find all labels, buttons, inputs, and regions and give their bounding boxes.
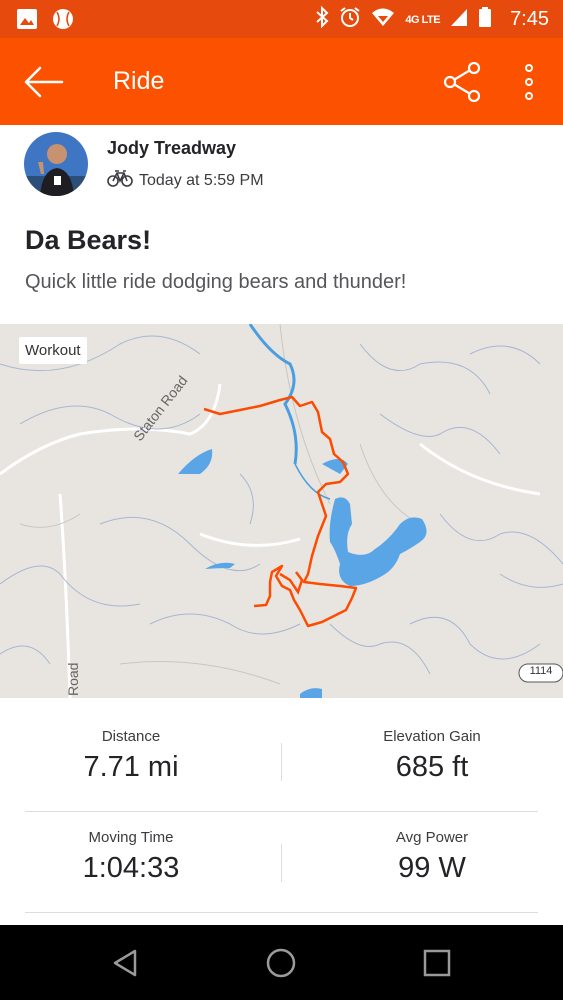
stat-label: Distance	[101, 728, 161, 745]
bluetooth-icon	[315, 5, 329, 33]
back-triangle-icon[interactable]	[107, 945, 143, 981]
divider	[281, 844, 282, 882]
image-icon	[16, 8, 38, 35]
athlete-name[interactable]: Jody Treadway	[107, 138, 236, 159]
stat-value: 1:04:33	[82, 852, 180, 884]
signal-icon	[450, 7, 468, 32]
stat-value: 7.71 mi	[83, 751, 179, 783]
road-label-road: Road	[65, 662, 81, 696]
overflow-menu-icon[interactable]	[516, 62, 542, 102]
divider	[25, 912, 538, 913]
recents-square-icon[interactable]	[419, 945, 455, 981]
share-icon[interactable]	[442, 61, 484, 103]
wifi-icon	[371, 7, 395, 32]
stat-distance: Distance 7.71 mi	[1, 728, 261, 784]
stat-label: Moving Time	[88, 829, 174, 846]
stat-moving-time: Moving Time 1:04:33	[1, 829, 261, 885]
back-arrow-icon[interactable]	[22, 62, 66, 102]
alarm-icon	[339, 6, 361, 33]
system-nav-bar	[0, 925, 563, 1000]
divider	[281, 743, 282, 781]
stat-label: Elevation Gain	[383, 728, 481, 745]
stat-avg-power: Avg Power 99 W	[302, 829, 562, 885]
activity-timestamp: Today at 5:59 PM	[139, 171, 264, 189]
stat-value: 99 W	[398, 852, 466, 884]
divider	[25, 811, 538, 812]
stat-value: 685 ft	[395, 751, 469, 783]
workout-tag: Workout	[19, 337, 87, 364]
home-circle-icon[interactable]	[263, 945, 299, 981]
page-title: Ride	[113, 67, 165, 95]
route-shield-label: 1114	[529, 665, 553, 677]
avatar[interactable]	[24, 132, 88, 196]
activity-description: Quick little ride dodging bears and thun…	[25, 271, 407, 293]
bike-icon	[107, 169, 133, 192]
map-canvas	[0, 324, 563, 698]
route-map[interactable]: Workout Staton Road Road 1114	[0, 324, 563, 698]
clock: 7:45	[510, 8, 549, 30]
app-bar: Ride	[0, 38, 563, 125]
network-type: 4G LTE	[405, 13, 441, 26]
activity-title: Da Bears!	[25, 225, 152, 255]
ride-meta: Today at 5:59 PM	[107, 169, 264, 192]
battery-icon	[478, 6, 492, 33]
stat-label: Avg Power	[395, 829, 469, 846]
stat-elevation-gain: Elevation Gain 685 ft	[302, 728, 562, 784]
status-bar: 4G LTE 7:45	[0, 0, 563, 38]
baseball-icon	[52, 8, 74, 35]
activity-stats: Distance 7.71 mi Elevation Gain 685 ft M…	[0, 698, 563, 925]
